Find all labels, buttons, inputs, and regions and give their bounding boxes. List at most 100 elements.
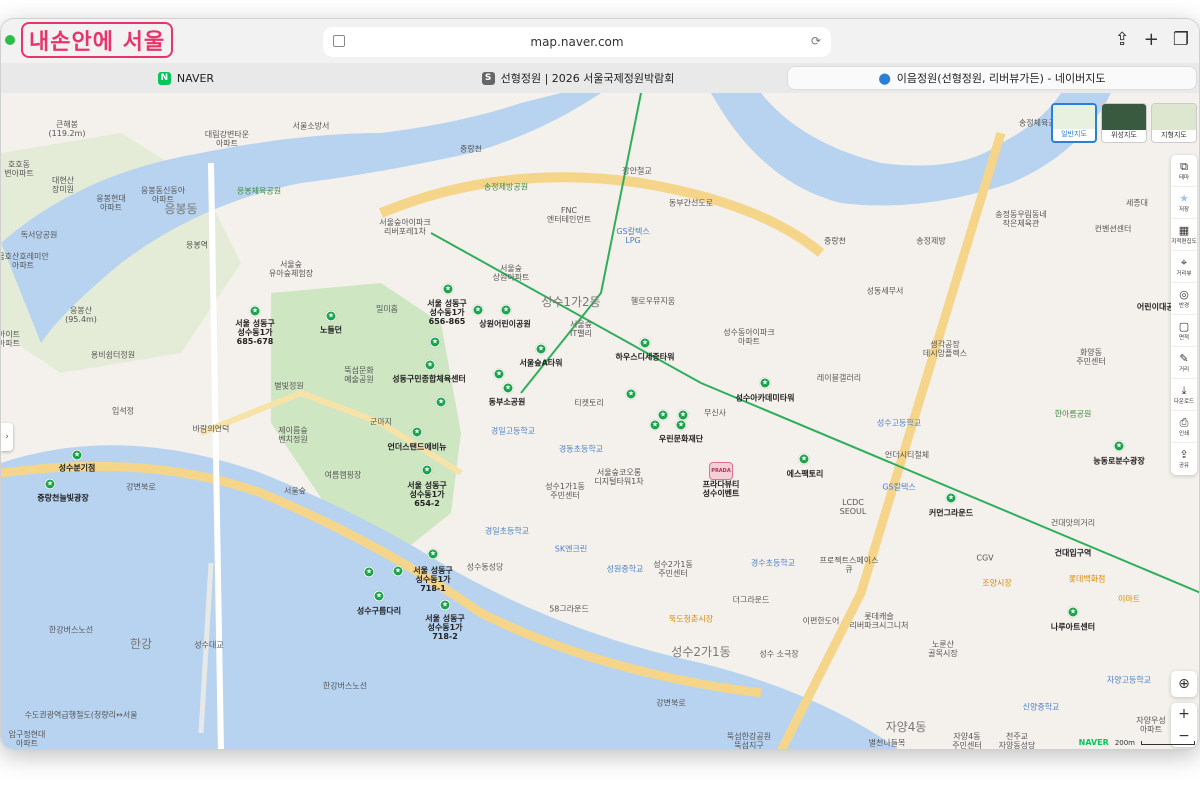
garden-pin-icon[interactable]: ★	[472, 304, 484, 316]
garden-pin-icon[interactable]: ★	[411, 426, 423, 438]
place-label: 하우스디세종타워	[615, 352, 675, 362]
tab-title: NAVER	[176, 71, 215, 85]
tabs-overview-icon[interactable]: ❐	[1173, 29, 1189, 50]
garden-pin-icon[interactable]: ★	[625, 388, 637, 400]
garden-pin-icon[interactable]: ★	[421, 464, 433, 476]
new-tab-icon[interactable]: +	[1144, 29, 1159, 50]
garden-pin-icon[interactable]: ★	[427, 548, 439, 560]
radius-button[interactable]: ◎ 반경	[1171, 283, 1197, 315]
tab-title: 선형정원 | 2026 서울국제정원박람회	[500, 72, 675, 85]
area-button[interactable]: ▢ 면적	[1171, 315, 1197, 347]
garden-pin-icon[interactable]: ★	[675, 419, 687, 431]
place-label: 뚝도청춘시장	[668, 614, 714, 624]
toolbar-actions: ⇪ + ❐	[1115, 29, 1189, 50]
place-label: 능동로분수광장	[1093, 456, 1145, 466]
garden-pin-icon[interactable]: ★	[424, 359, 436, 371]
place-label: 입석정	[111, 406, 135, 416]
browser-window: 내손안에 서울 map.naver.com ⟳ ⇪ + ❐ N NAVER S …	[0, 18, 1200, 750]
garden-pin-icon[interactable]: ★	[1067, 606, 1079, 618]
garden-pin-icon[interactable]: ★	[442, 283, 454, 295]
garden-pin-icon[interactable]: ★	[798, 453, 810, 465]
zoom-in-icon[interactable]: +	[1178, 706, 1190, 722]
place-label: 뚝섬문화 예술공원	[344, 365, 374, 384]
theme-button[interactable]: ⧉ 테마	[1171, 155, 1197, 187]
garden-pin-icon[interactable]: ★	[657, 409, 669, 421]
place-label: 성원중학교	[606, 564, 644, 574]
cadastral-button[interactable]: ▦ 지적편집도	[1171, 219, 1197, 251]
prada-store-icon[interactable]: PRADA	[709, 462, 733, 480]
garden-pin-icon[interactable]: ★	[249, 305, 261, 317]
place-label: 서울숲 유아숲체험장	[268, 259, 314, 278]
district-label: 자양4동	[885, 720, 927, 735]
route-label: 한강버스노선	[48, 625, 94, 635]
naver-favicon-icon: N	[157, 71, 171, 85]
district-label: 성수2가1동	[671, 645, 731, 660]
garden-pin-icon[interactable]: ★	[639, 337, 651, 349]
place-label: GS칼텍스 LPG	[616, 226, 650, 245]
map-type-normal[interactable]: 일반지도	[1051, 103, 1097, 143]
place-label: 큰해봉 (119.2m)	[48, 119, 86, 138]
map-type-satellite[interactable]: 위성지도	[1101, 103, 1147, 143]
garden-pin-icon[interactable]: ★	[71, 449, 83, 461]
street-view-button[interactable]: ⌖ 거리뷰	[1171, 251, 1197, 283]
print-button[interactable]: ⎙ 인쇄	[1171, 411, 1197, 443]
place-label: 독서당공원	[20, 230, 58, 240]
garden-pin-icon[interactable]: ★	[429, 336, 441, 348]
place-label: 커먼그라운드	[928, 508, 974, 518]
tab-naver-map[interactable]: ⬤ 이음정원(선형정원, 리버뷰가든) - 네이버지도	[787, 66, 1197, 90]
garden-pin-icon[interactable]: ★	[500, 304, 512, 316]
place-label: 응봉역	[185, 240, 209, 250]
garden-pin-icon[interactable]: ★	[759, 377, 771, 389]
place-label: 서울숲코오롱 디지털타워1차	[594, 467, 644, 486]
panel-toggle-chevron-icon[interactable]: ›	[1, 423, 13, 451]
distance-button[interactable]: ✎ 거리	[1171, 347, 1197, 379]
place-label: 세종대	[1125, 198, 1149, 208]
place-label: 아이트 아파트	[1, 329, 21, 348]
place-label: 성동세무서	[866, 286, 904, 296]
reload-icon[interactable]: ⟳	[811, 34, 821, 48]
garden-pin-icon[interactable]: ★	[435, 396, 447, 408]
dongil-ro	[776, 131, 1006, 749]
garden-pin-icon[interactable]: ★	[1113, 440, 1125, 452]
share-icon[interactable]: ⇪	[1115, 29, 1130, 50]
share-button[interactable]: ⇪ 공유	[1171, 443, 1197, 475]
garden-pin-icon[interactable]: ★	[945, 492, 957, 504]
place-label: 우린문화재단	[658, 434, 704, 444]
place-label: 자양우성 아파트	[1136, 715, 1166, 734]
garden-pin-icon[interactable]: ★	[649, 419, 661, 431]
tab-garden-expo[interactable]: S 선형정원 | 2026 서울국제정원박람회	[373, 66, 783, 90]
place-label: 중랑천	[823, 236, 847, 246]
garden-pin-icon[interactable]: ★	[373, 590, 385, 602]
reader-icon[interactable]	[333, 35, 345, 47]
naver-brand: NAVER	[1078, 738, 1109, 747]
place-label: 제이름숲 벤치정원	[278, 425, 308, 444]
garden-pin-icon[interactable]: ★	[493, 368, 505, 380]
locate-button[interactable]: ⊕	[1171, 671, 1197, 697]
place-label: 송정제방공원	[483, 182, 529, 192]
garden-pin-icon[interactable]: ★	[502, 382, 514, 394]
tab-naver[interactable]: N NAVER	[1, 66, 371, 90]
garden-pin-icon[interactable]: ★	[44, 478, 56, 490]
place-label: 롯데캐슬 리버파크시그니처	[849, 611, 909, 630]
save-button[interactable]: ★ 저장	[1171, 187, 1197, 219]
place-label: 성동구민종합체육센터	[392, 374, 466, 384]
place-label: 별빛정원	[274, 381, 304, 391]
status-dot	[5, 35, 15, 45]
garden-pin-icon[interactable]: ★	[325, 310, 337, 322]
map-pin-favicon-icon: ⬤	[878, 71, 891, 85]
place-label: CGV	[976, 553, 994, 563]
garden-pin-icon[interactable]: ★	[363, 566, 375, 578]
map-type-terrain[interactable]: 지형지도	[1151, 103, 1197, 143]
place-label: 화양동 주민센터	[1076, 347, 1106, 366]
url-text[interactable]: map.naver.com	[530, 35, 623, 49]
download-button[interactable]: ⤓ 다운로드	[1171, 379, 1197, 411]
place-label: 이편한도어	[802, 616, 840, 626]
map-canvas[interactable]: 성수1가2동 성수2가1동 자양4동 응봉동 한강 한강 큰해봉 (119.2m…	[1, 93, 1199, 749]
garden-pin-icon[interactable]: ★	[535, 343, 547, 355]
place-label: 성수동아이파크 아파트	[723, 327, 775, 346]
place-label: 응봉현대 아파트	[96, 193, 126, 212]
garden-pin-icon[interactable]: ★	[439, 599, 451, 611]
garden-pin-icon[interactable]: ★	[392, 565, 404, 577]
place-label: 응봉동신동아 아파트	[140, 185, 186, 204]
address-bar[interactable]: map.naver.com ⟳	[323, 27, 831, 57]
